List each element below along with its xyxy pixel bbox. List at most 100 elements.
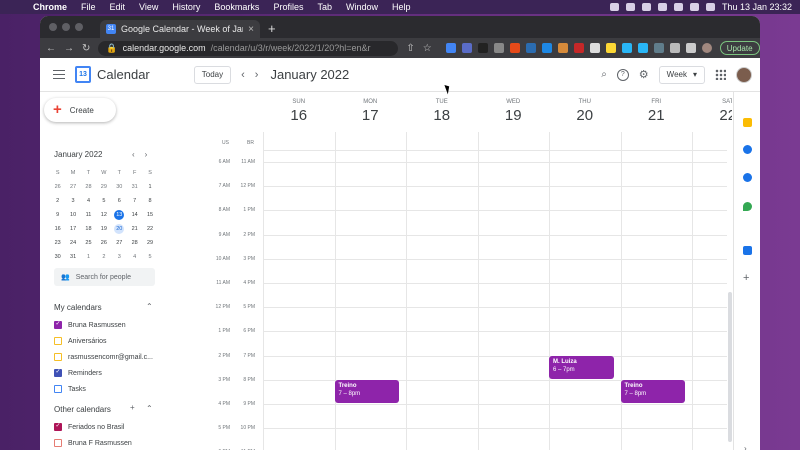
day-header[interactable]: THU 20 xyxy=(549,92,621,150)
mini-day[interactable]: 16 xyxy=(50,226,65,232)
day-header[interactable]: SUN 16 xyxy=(263,92,335,150)
day-header[interactable]: FRI 21 xyxy=(621,92,693,150)
browser-tab-calendar[interactable]: 31 Google Calendar - Week of Jan × xyxy=(100,20,260,38)
mini-day[interactable]: 3 xyxy=(112,254,127,260)
menu-help[interactable]: Help xyxy=(385,2,418,12)
menubar-app-name[interactable]: Chrome xyxy=(26,2,74,12)
calendar-list-item[interactable]: ✓ Reminders xyxy=(54,369,102,377)
mini-day[interactable]: 27 xyxy=(65,184,80,190)
settings-gear-icon[interactable]: ⚙ xyxy=(639,68,649,81)
day-date[interactable]: 21 xyxy=(621,107,693,124)
day-date[interactable]: 16 xyxy=(263,107,335,124)
mini-day[interactable]: 10 xyxy=(65,212,80,218)
mini-day[interactable]: 21 xyxy=(127,226,142,232)
create-button[interactable]: + Create xyxy=(44,98,116,122)
close-tab-icon[interactable]: × xyxy=(248,24,254,35)
mini-day[interactable]: 8 xyxy=(142,198,157,204)
day-header[interactable]: SAT 22 xyxy=(692,92,732,150)
day-date[interactable]: 22 xyxy=(692,107,732,124)
calendar-checkbox[interactable] xyxy=(54,385,62,393)
puzzle-icon[interactable] xyxy=(669,43,680,53)
extension-icon[interactable] xyxy=(541,43,552,53)
mini-day[interactable]: 19 xyxy=(96,226,111,232)
back-icon[interactable]: ← xyxy=(46,43,56,54)
mini-day[interactable]: 26 xyxy=(50,184,65,190)
calendar-list-item[interactable]: rasmussencomr@gmail.c... xyxy=(54,353,153,361)
mini-prev-month-icon[interactable]: ‹ xyxy=(132,150,135,159)
zoom-icon[interactable] xyxy=(743,246,752,255)
mini-next-month-icon[interactable]: › xyxy=(145,150,148,159)
close-window-button[interactable] xyxy=(49,23,57,31)
extension-icon[interactable] xyxy=(493,43,504,53)
minimize-window-button[interactable] xyxy=(62,23,70,31)
mini-day[interactable]: 9 xyxy=(50,212,65,218)
mini-day[interactable]: 7 xyxy=(127,198,142,204)
calendar-checkbox[interactable] xyxy=(54,439,62,447)
maps-icon[interactable] xyxy=(743,202,752,211)
extension-icon[interactable] xyxy=(621,43,632,53)
battery-icon[interactable] xyxy=(657,3,667,11)
forward-icon[interactable]: → xyxy=(64,43,74,54)
mini-day[interactable]: 31 xyxy=(65,254,80,260)
control-center-icon[interactable] xyxy=(705,3,715,11)
search-icon[interactable] xyxy=(689,3,699,11)
new-tab-icon[interactable]: + xyxy=(268,21,276,36)
media-icon[interactable] xyxy=(685,43,696,53)
extension-icon[interactable] xyxy=(445,43,456,53)
add-addon-icon[interactable]: + xyxy=(743,272,749,284)
extension-icon[interactable] xyxy=(525,43,536,53)
mini-day[interactable]: 22 xyxy=(142,226,157,232)
mini-day[interactable]: 5 xyxy=(142,254,157,260)
address-bar[interactable]: 🔒 calendar.google.com/calendar/u/3/r/wee… xyxy=(98,40,399,56)
menu-profiles[interactable]: Profiles xyxy=(266,2,310,12)
menu-view[interactable]: View xyxy=(132,2,165,12)
mini-day[interactable]: 25 xyxy=(81,240,96,246)
search-people-input[interactable]: 👥 Search for people xyxy=(54,268,155,286)
tasks-icon[interactable] xyxy=(743,145,752,154)
volume-icon[interactable] xyxy=(625,3,635,11)
mini-day[interactable]: 2 xyxy=(96,254,111,260)
extension-icon[interactable] xyxy=(573,43,584,53)
mini-day[interactable]: 29 xyxy=(142,240,157,246)
contacts-icon[interactable] xyxy=(743,173,752,182)
extension-icon[interactable] xyxy=(589,43,600,53)
mini-day[interactable]: 12 xyxy=(96,212,111,218)
calendar-list-item[interactable]: Aniversários xyxy=(54,337,107,345)
calendar-checkbox[interactable]: ✓ xyxy=(54,321,62,329)
day-date[interactable]: 18 xyxy=(406,107,478,124)
calendar-checkbox[interactable]: ✓ xyxy=(54,423,62,431)
next-week-icon[interactable]: › xyxy=(255,69,259,81)
mini-day[interactable]: 2 xyxy=(50,198,65,204)
profile-avatar[interactable] xyxy=(701,43,712,53)
mini-day[interactable]: 1 xyxy=(81,254,96,260)
mini-day[interactable]: 28 xyxy=(127,240,142,246)
search-icon[interactable]: ⌕ xyxy=(601,69,607,80)
extension-icon[interactable] xyxy=(653,43,664,53)
calendar-list-item[interactable]: Bruna F Rasmussen xyxy=(54,439,132,447)
calendar-list-item[interactable]: Tasks xyxy=(54,385,86,393)
add-calendar-icon[interactable]: + xyxy=(130,403,135,412)
account-avatar[interactable] xyxy=(736,66,752,83)
calendar-event[interactable]: Treino 7 – 8pm xyxy=(620,379,685,403)
other-calendars-title[interactable]: Other calendars xyxy=(54,405,111,414)
extension-icon[interactable] xyxy=(477,43,488,53)
extension-icon[interactable] xyxy=(509,43,520,53)
calendar-logo-icon[interactable]: 13 xyxy=(75,66,91,83)
expand-panel-icon[interactable]: › xyxy=(744,444,747,450)
mini-day[interactable]: 5 xyxy=(96,198,111,204)
mini-day[interactable]: 24 xyxy=(65,240,80,246)
update-button[interactable]: Update xyxy=(719,41,760,55)
extension-icon[interactable] xyxy=(461,43,472,53)
day-date[interactable]: 20 xyxy=(549,107,621,124)
share-icon[interactable]: ⇧ xyxy=(406,43,414,54)
chevron-up-icon[interactable]: ⌃ xyxy=(146,404,153,413)
mini-day[interactable]: 30 xyxy=(50,254,65,260)
extension-icon[interactable] xyxy=(557,43,568,53)
view-selector[interactable]: Week ▾ xyxy=(658,65,705,84)
mini-day[interactable]: 15 xyxy=(142,212,157,218)
menu-edit[interactable]: Edit xyxy=(103,2,133,12)
menu-bookmarks[interactable]: Bookmarks xyxy=(207,2,266,12)
my-calendars-title[interactable]: My calendars xyxy=(54,303,102,312)
calendar-list-item[interactable]: ✓ Feriados no Brasil xyxy=(54,423,124,431)
help-icon[interactable]: ? xyxy=(616,68,629,81)
